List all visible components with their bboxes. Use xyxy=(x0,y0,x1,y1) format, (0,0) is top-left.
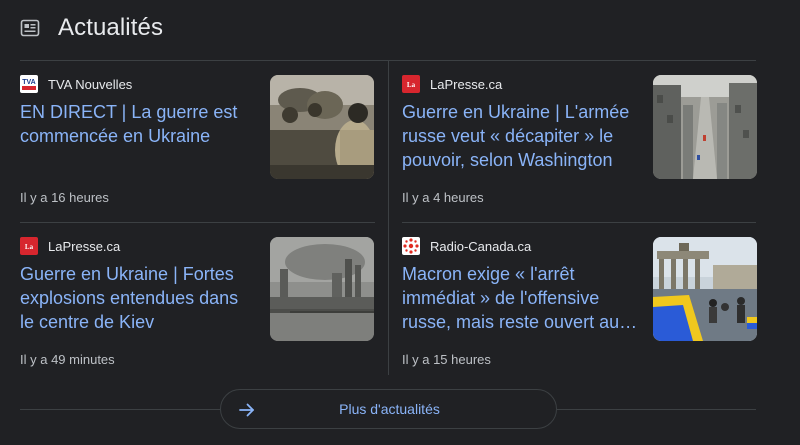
source-name: TVA Nouvelles xyxy=(48,76,133,92)
brandenburg-gate-protest-photo[interactable] xyxy=(653,237,757,341)
svg-text:La: La xyxy=(407,81,416,89)
divider xyxy=(20,409,220,410)
lapresse-logo: La xyxy=(402,75,420,93)
soldiers-on-armored-vehicle-photo[interactable] xyxy=(270,75,374,179)
news-card[interactable]: La LaPresse.ca Guerre en Ukraine | Forte… xyxy=(20,223,375,383)
divider xyxy=(557,409,756,410)
timestamp: Il y a 16 heures xyxy=(20,190,109,205)
news-card[interactable]: TVA TVA Nouvelles EN DIRECT | La guerre … xyxy=(20,61,375,221)
news-card[interactable]: La LaPresse.ca Guerre en Ukraine | L'arm… xyxy=(402,61,757,221)
timestamp: Il y a 49 minutes xyxy=(20,352,115,367)
more-news-label: Plus d'actualités xyxy=(339,401,440,417)
headline-link[interactable]: EN DIRECT | La guerre est commencée en U… xyxy=(20,100,256,148)
source-name: Radio-Canada.ca xyxy=(430,238,532,254)
news-header: Actualités xyxy=(20,10,163,46)
news-card[interactable]: Radio-Canada.ca Macron exige « l'arrêt i… xyxy=(402,223,757,383)
timestamp: Il y a 4 heures xyxy=(402,190,484,205)
news-source: La LaPresse.ca xyxy=(402,75,502,93)
headline-link[interactable]: Macron exige « l'arrêt immédiat » de l'o… xyxy=(402,262,638,334)
news-source: TVA TVA Nouvelles xyxy=(20,75,132,93)
svg-text:La: La xyxy=(25,243,34,251)
tva-nouvelles-logo: TVA xyxy=(20,75,38,93)
news-icon xyxy=(20,18,40,38)
headline-link[interactable]: Guerre en Ukraine | Fortes explosions en… xyxy=(20,262,256,334)
more-news-button[interactable]: Plus d'actualités xyxy=(220,389,557,429)
lapresse-logo: La xyxy=(20,237,38,255)
section-title: Actualités xyxy=(58,14,164,41)
news-panel: Actualités TVA TVA Nouvelles EN DIRECT |… xyxy=(0,0,800,445)
divider xyxy=(388,61,389,375)
source-name: LaPresse.ca xyxy=(48,238,121,254)
news-source: Radio-Canada.ca xyxy=(402,237,531,255)
headline-link[interactable]: Guerre en Ukraine | L'armée russe veut «… xyxy=(402,100,638,172)
svg-text:TVA: TVA xyxy=(22,79,35,86)
news-source: La LaPresse.ca xyxy=(20,237,120,255)
timestamp: Il y a 15 heures xyxy=(402,352,491,367)
news-grid: TVA TVA Nouvelles EN DIRECT | La guerre … xyxy=(20,61,757,375)
radio-canada-logo xyxy=(402,237,420,255)
smoky-city-skyline-photo[interactable] xyxy=(270,237,374,341)
source-name: LaPresse.ca xyxy=(430,76,503,92)
city-avenue-aerial-photo[interactable] xyxy=(653,75,757,179)
